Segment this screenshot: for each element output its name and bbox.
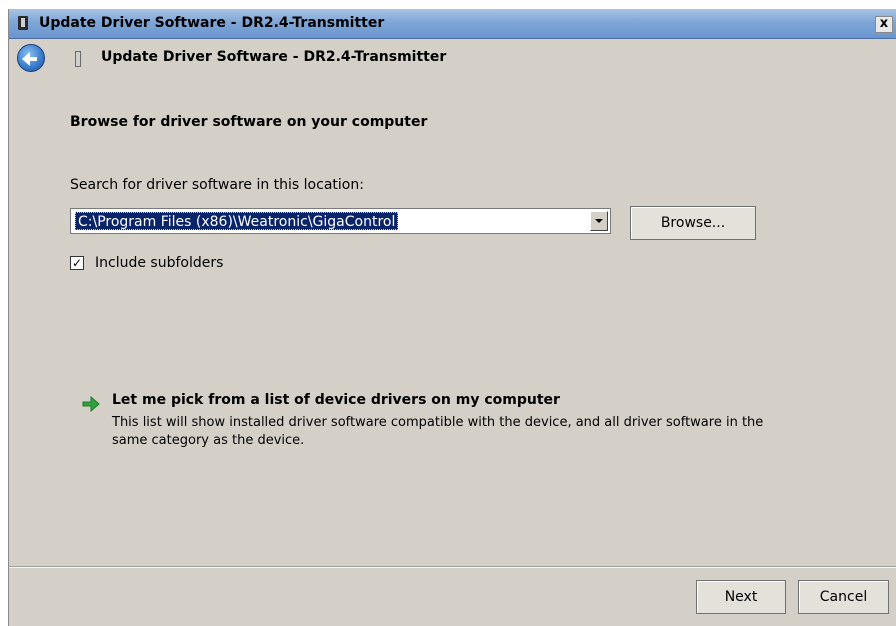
- include-subfolders-label[interactable]: Include subfolders: [95, 255, 223, 271]
- device-icon: [18, 16, 28, 30]
- navigation-bar: Update Driver Software - DR2.4-Transmitt…: [9, 39, 896, 75]
- page-heading: Browse for driver software on your compu…: [70, 114, 428, 130]
- cancel-button[interactable]: Cancel: [798, 580, 889, 614]
- device-icon: [75, 51, 81, 67]
- chevron-down-icon[interactable]: [590, 211, 608, 231]
- window-title: Update Driver Software - DR2.4-Transmitt…: [39, 15, 385, 31]
- close-button[interactable]: x: [875, 16, 893, 33]
- browse-button[interactable]: Browse...: [630, 206, 756, 240]
- pick-from-list-link[interactable]: Let me pick from a list of device driver…: [112, 392, 560, 408]
- include-subfolders-checkbox[interactable]: ✓: [70, 256, 84, 270]
- title-bar[interactable]: Update Driver Software - DR2.4-Transmitt…: [9, 9, 896, 39]
- path-combobox[interactable]: C:\Program Files (x86)\Weatronic\GigaCon…: [70, 208, 611, 234]
- next-button[interactable]: Next: [696, 580, 786, 614]
- back-arrow-icon[interactable]: [17, 44, 45, 72]
- footer-divider: [9, 566, 896, 568]
- green-arrow-icon[interactable]: [81, 394, 101, 414]
- search-location-label: Search for driver software in this locat…: [70, 177, 364, 193]
- update-driver-window: Update Driver Software - DR2.4-Transmitt…: [8, 9, 896, 626]
- path-input-value[interactable]: C:\Program Files (x86)\Weatronic\GigaCon…: [75, 212, 399, 230]
- pick-from-list-description: This list will show installed driver sof…: [112, 415, 764, 448]
- nav-title: Update Driver Software - DR2.4-Transmitt…: [101, 49, 447, 65]
